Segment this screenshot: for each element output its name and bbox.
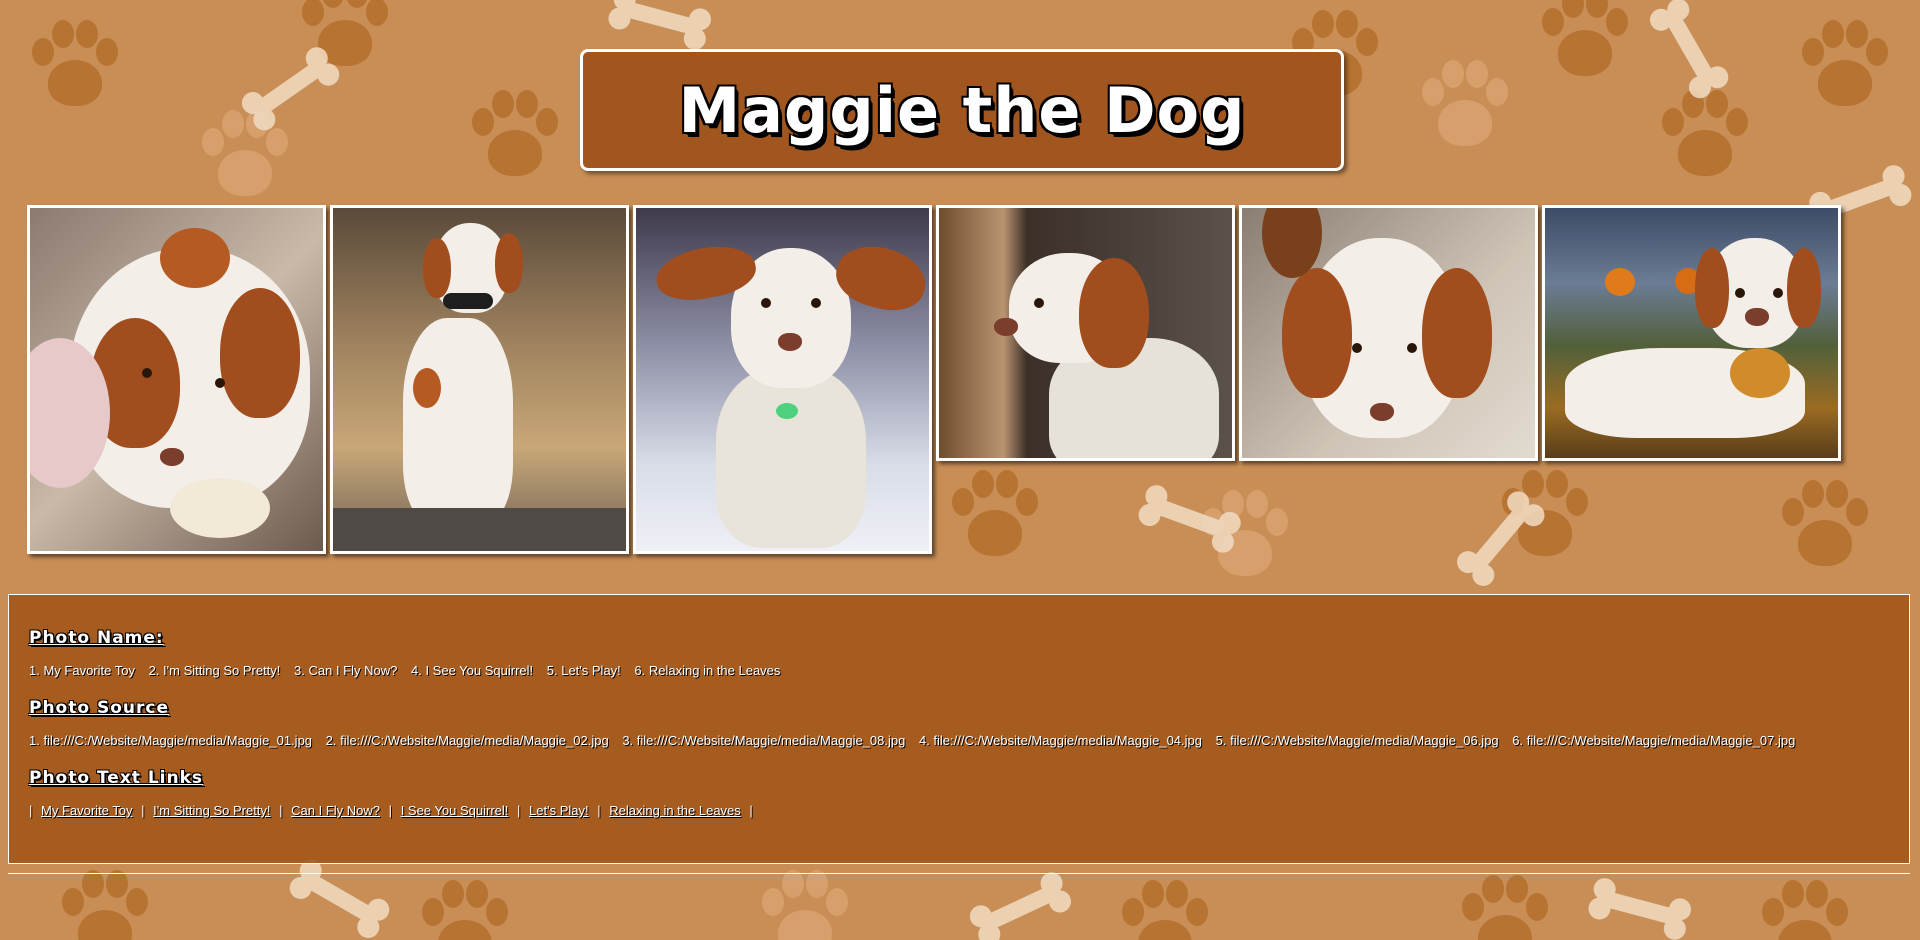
photo-relaxing-in-leaves[interactable] <box>1542 205 1841 461</box>
paw-print-icon <box>1460 875 1550 940</box>
photo-source-item: 6. file:///C:/Website/Maggie/media/Maggi… <box>1512 733 1796 748</box>
link-can-i-fly-now[interactable]: Can I Fly Now? <box>291 803 380 818</box>
photo-source-item: 1. file:///C:/Website/Maggie/media/Maggi… <box>29 733 313 748</box>
bone-icon <box>619 0 701 37</box>
paw-print-icon <box>1540 0 1630 80</box>
link-see-you-squirrel[interactable]: I See You Squirrel! <box>401 803 509 818</box>
paw-print-icon <box>470 90 560 180</box>
photo-lets-play[interactable] <box>1239 205 1538 461</box>
paw-print-icon <box>1420 60 1510 150</box>
horizontal-rule <box>8 873 1910 874</box>
photo-name-item: 5. Let's Play! <box>546 663 621 678</box>
link-separator: | <box>29 803 33 818</box>
paw-print-icon <box>30 20 120 110</box>
link-my-favorite-toy[interactable]: My Favorite Toy <box>41 803 133 818</box>
photo-my-favorite-toy[interactable] <box>27 205 326 554</box>
bone-icon <box>1663 9 1717 87</box>
bone-icon <box>980 883 1060 933</box>
photo-name-item: 1. My Favorite Toy <box>29 663 135 678</box>
bone-icon <box>301 871 379 925</box>
link-separator: | <box>279 803 283 818</box>
paw-print-icon <box>1120 880 1210 940</box>
photo-names-list: 1. My Favorite Toy 2. I'm Sitting So Pre… <box>29 663 1889 679</box>
link-separator: | <box>749 803 753 818</box>
photo-see-you-squirrel[interactable] <box>936 205 1235 461</box>
title-banner: Maggie the Dog <box>580 49 1344 171</box>
photo-name-heading: Photo Name: <box>29 628 164 648</box>
paw-print-icon <box>1780 480 1870 570</box>
paw-print-icon <box>200 110 290 200</box>
photo-source-item: 4. file:///C:/Website/Maggie/media/Maggi… <box>918 733 1202 748</box>
bone-icon <box>252 58 328 118</box>
link-sitting-so-pretty[interactable]: I'm Sitting So Pretty! <box>153 803 270 818</box>
photo-source-item: 5. file:///C:/Website/Maggie/media/Maggi… <box>1215 733 1499 748</box>
photo-source-item: 2. file:///C:/Website/Maggie/media/Maggi… <box>325 733 609 748</box>
paw-print-icon <box>1760 880 1850 940</box>
bone-icon <box>1599 889 1681 927</box>
link-separator: | <box>597 803 601 818</box>
photo-sources-list: 1. file:///C:/Website/Maggie/media/Maggi… <box>29 733 1889 749</box>
paw-print-icon <box>1800 20 1890 110</box>
link-relaxing-in-leaves[interactable]: Relaxing in the Leaves <box>609 803 741 818</box>
photo-links-list: | My Favorite Toy | I'm Sitting So Prett… <box>29 803 1889 819</box>
photo-source-item: 3. file:///C:/Website/Maggie/media/Maggi… <box>622 733 906 748</box>
photo-sitting-so-pretty[interactable] <box>330 205 629 554</box>
paw-print-icon <box>760 870 850 940</box>
photo-name-item: 3. Can I Fly Now? <box>294 663 398 678</box>
photo-info-panel: Photo Name: 1. My Favorite Toy 2. I'm Si… <box>8 594 1910 864</box>
photo-source-heading: Photo Source <box>29 698 169 718</box>
link-separator: | <box>517 803 521 818</box>
link-separator: | <box>388 803 393 818</box>
link-lets-play[interactable]: Let's Play! <box>529 803 589 818</box>
photo-name-item: 4. I See You Squirrel! <box>410 663 534 678</box>
photo-name-item: 2. I'm Sitting So Pretty! <box>148 663 281 678</box>
paw-print-icon <box>950 470 1040 560</box>
photo-can-i-fly-now[interactable] <box>633 205 932 554</box>
paw-print-icon <box>420 880 510 940</box>
link-separator: | <box>141 803 145 818</box>
photo-name-item: 6. Relaxing in the Leaves <box>634 663 781 678</box>
paw-print-icon <box>60 870 150 940</box>
paw-print-icon <box>1660 90 1750 180</box>
page-title: Maggie the Dog <box>678 73 1246 147</box>
photo-links-heading: Photo Text Links <box>29 768 204 788</box>
